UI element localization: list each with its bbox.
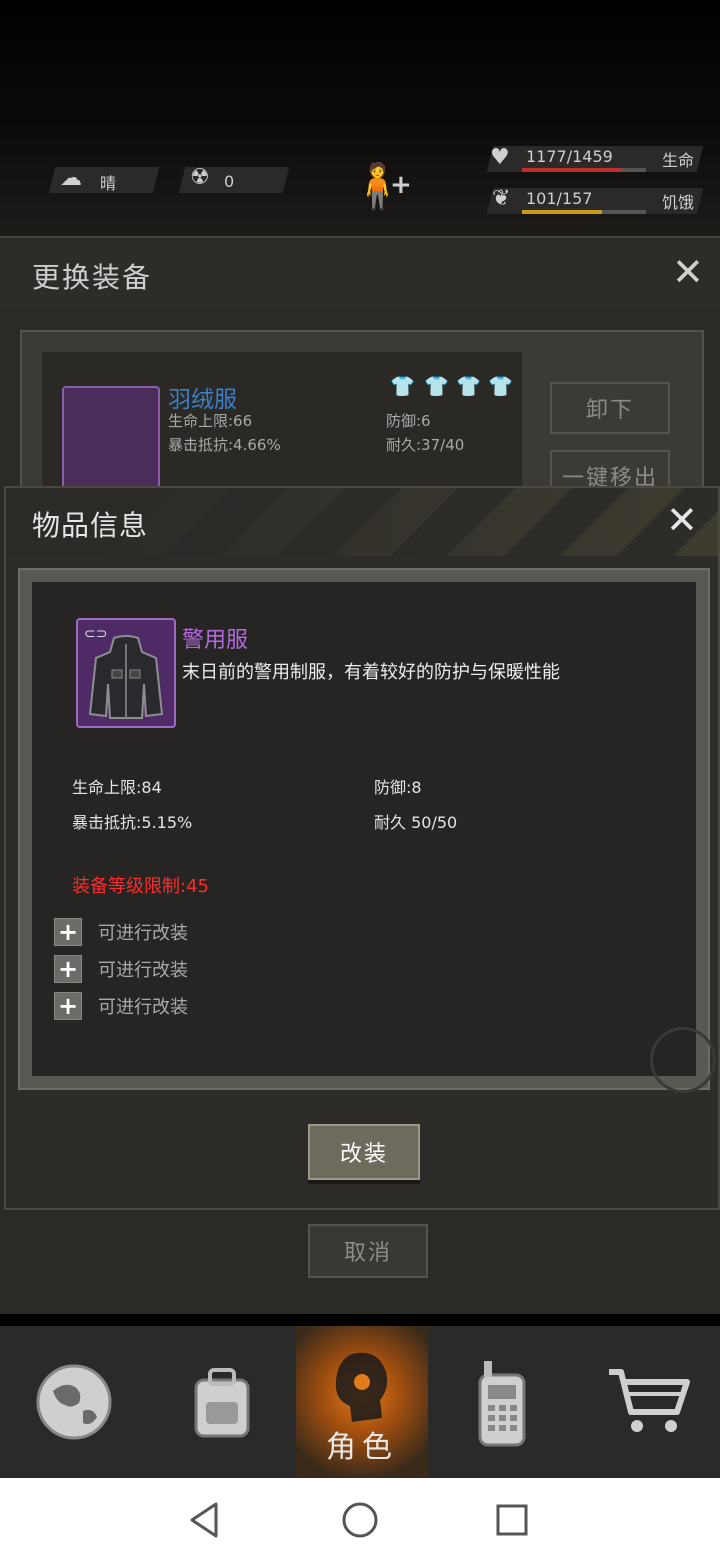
stat-durability: 耐久 50/50 xyxy=(374,813,458,832)
item-description: 末日前的警用制服，有着较好的防护与保暖性能 xyxy=(182,662,560,683)
nav-world[interactable] xyxy=(0,1326,148,1478)
modify-button[interactable]: 改装 xyxy=(308,1124,420,1180)
backpack-icon xyxy=(194,1368,250,1438)
mod-slot[interactable]: + 可进行改装 xyxy=(54,917,188,947)
unequip-button[interactable]: 卸下 xyxy=(550,382,670,434)
stat-defense: 防御:8 xyxy=(374,778,422,797)
health-value: 1177/1459 xyxy=(526,147,613,166)
mod-slot-label: 可进行改装 xyxy=(98,960,188,981)
hunger-label: 饥饿 xyxy=(662,193,695,212)
radiation-value: 0 xyxy=(224,172,235,191)
health-label: 生命 xyxy=(662,151,695,170)
globe-icon xyxy=(36,1364,112,1440)
item-info-dialog: 物品信息 ✕ ⊂⊃ 警用服 末日前的警用制服，有着较好的防护与保暖性能 生命上限… xyxy=(4,486,720,1210)
mod-slot-label: 可进行改装 xyxy=(98,997,188,1018)
equipped-stat-durability: 耐久:37/40 xyxy=(386,436,465,454)
hunger-value: 101/157 xyxy=(526,189,593,208)
shirt-icon: 👕 xyxy=(488,374,513,398)
equipped-item-name: 羽绒服 xyxy=(168,387,237,413)
health-bar xyxy=(522,168,646,172)
cloud-sun-icon: ☁ xyxy=(60,166,82,191)
cancel-button[interactable]: 取消 xyxy=(308,1224,428,1278)
mod-slot[interactable]: + 可进行改装 xyxy=(54,954,188,984)
stat-crit-resist: 暴击抵抗:5.15% xyxy=(72,813,193,832)
nav-character-label: 角色 xyxy=(326,1430,398,1465)
recents-icon[interactable] xyxy=(492,1500,532,1540)
equipped-stat-hp: 生命上限:66 xyxy=(168,412,253,430)
nav-shop[interactable] xyxy=(576,1326,720,1478)
level-requirement: 装备等级限制:45 xyxy=(72,876,209,897)
plus-icon[interactable]: + xyxy=(54,918,82,946)
jacket-icon xyxy=(88,635,164,719)
radiation-watermark-icon xyxy=(650,1027,716,1093)
stat-hp-max: 生命上限:84 xyxy=(72,778,162,797)
radiation-icon: ☢ xyxy=(190,165,210,190)
item-detail-frame: ⊂⊃ 警用服 末日前的警用制服，有着较好的防护与保暖性能 生命上限:84 防御:… xyxy=(18,568,716,1093)
plus-icon[interactable]: + xyxy=(54,955,82,983)
dialog-title: 更换装备 xyxy=(32,261,153,294)
close-icon[interactable]: ✕ xyxy=(672,250,704,294)
system-nav-bar xyxy=(0,1478,720,1560)
down-jacket-icon xyxy=(62,386,160,500)
radio-icon xyxy=(478,1361,526,1447)
nav-backpack[interactable] xyxy=(148,1326,296,1478)
nav-radio[interactable] xyxy=(428,1326,576,1478)
item-detail-body: ⊂⊃ 警用服 末日前的警用制服，有着较好的防护与保暖性能 生命上限:84 防御:… xyxy=(32,582,716,1093)
shirt-icon: 👕 xyxy=(456,374,481,398)
cart-icon xyxy=(609,1369,690,1432)
mod-slot-label: 可进行改装 xyxy=(98,923,188,944)
equipped-stat-defense: 防御:6 xyxy=(386,412,431,430)
close-icon[interactable]: ✕ xyxy=(666,498,698,542)
stomach-icon: ❦ xyxy=(492,186,511,211)
dialog-title: 物品信息 xyxy=(32,509,149,542)
dialog-header: 更换装备 ✕ xyxy=(0,238,720,308)
equipped-item-card[interactable]: 羽绒服 生命上限:66 暴击抵抗:4.66% 防御:6 耐久:37/40 👕 👕… xyxy=(42,352,522,500)
weather-text: 晴 xyxy=(100,174,117,193)
equipped-item-panel: 羽绒服 生命上限:66 暴击抵抗:4.66% 防御:6 耐久:37/40 👕 👕… xyxy=(20,330,704,502)
plus-icon[interactable]: + xyxy=(54,992,82,1020)
status-hud: ☁ 晴 ☢ 0 🧍 + ♥ 1177/1459 生命 ❦ 101/157 饥饿 xyxy=(0,0,720,240)
mod-slot[interactable]: + 可进行改装 xyxy=(54,991,188,1021)
shirt-icon: 👕 xyxy=(424,374,449,398)
hunger-bar xyxy=(522,210,646,214)
equipped-stat-crit: 暴击抵抗:4.66% xyxy=(168,436,281,454)
nav-character[interactable]: 角色 xyxy=(296,1326,428,1478)
police-uniform-icon: ⊂⊃ xyxy=(76,618,176,728)
bottom-nav: 角色 xyxy=(0,1326,720,1478)
shirt-icon: 👕 xyxy=(390,374,415,398)
item-name: 警用服 xyxy=(182,628,249,653)
heart-icon: ♥ xyxy=(490,145,510,170)
home-icon[interactable] xyxy=(340,1500,380,1540)
back-icon[interactable] xyxy=(186,1500,226,1540)
plus-icon: + xyxy=(390,170,412,200)
